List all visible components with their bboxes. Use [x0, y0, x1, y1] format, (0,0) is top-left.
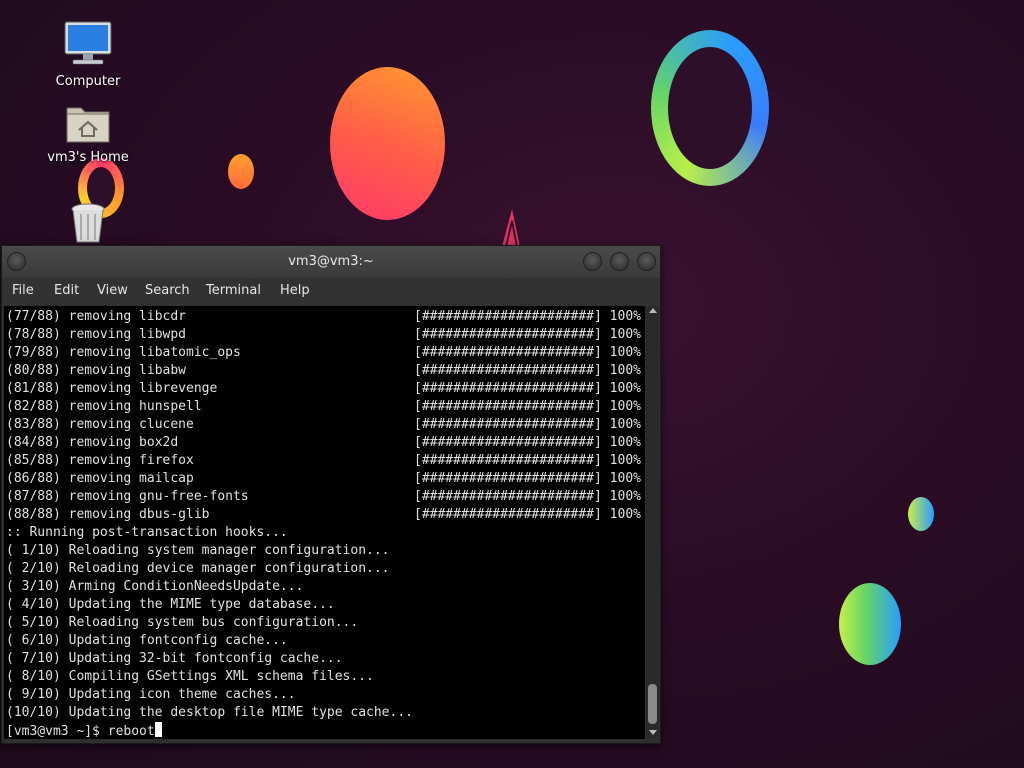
hook-line: (10/10) Updating the desktop file MIME t…: [6, 705, 413, 720]
wallpaper-green-blob: [839, 583, 901, 665]
progress-bar-text: [######################] 100%: [414, 471, 641, 486]
menu-file[interactable]: File: [12, 283, 34, 298]
terminal-window: vm3@vm3:~ File Edit View Search Terminal…: [1, 245, 661, 744]
maximize-button[interactable]: [610, 252, 629, 271]
hook-line: ( 5/10) Reloading system bus configurati…: [6, 615, 359, 630]
hook-line: :: Running post-transaction hooks...: [6, 525, 288, 540]
scrollbar-thumb[interactable]: [648, 684, 657, 724]
removal-line: (83/88) removing clucene [###############…: [6, 416, 641, 434]
menu-view[interactable]: View: [97, 283, 128, 298]
desktop-icon-computer[interactable]: Computer: [43, 20, 133, 89]
removal-text: (83/88) removing clucene: [6, 417, 194, 432]
hook-line: ( 1/10) Reloading system manager configu…: [6, 543, 390, 558]
removal-text: (80/88) removing libabw: [6, 363, 187, 378]
progress-bar-text: [######################] 100%: [414, 489, 641, 504]
desktop-icon-trash[interactable]: [43, 202, 133, 248]
removal-text: (77/88) removing libcdr: [6, 309, 187, 324]
home-folder-icon: [66, 107, 110, 143]
trash-icon: [71, 203, 105, 243]
scroll-up-arrow-icon[interactable]: [649, 308, 657, 313]
removal-line: (78/88) removing libwpd [################…: [6, 326, 641, 344]
removal-line: (82/88) removing hunspell [##############…: [6, 398, 641, 416]
desktop-icon-home[interactable]: vm3's Home: [43, 102, 133, 165]
desktop-icon-label: vm3's Home: [47, 150, 129, 165]
removal-line: (85/88) removing firefox [###############…: [6, 452, 641, 470]
progress-bar-text: [######################] 100%: [414, 399, 641, 414]
close-button[interactable]: [637, 252, 656, 271]
removal-line: (88/88) removing dbus-glib [#############…: [6, 506, 641, 524]
vertical-scrollbar[interactable]: [646, 306, 659, 739]
prompt-line[interactable]: [vm3@vm3 ~]$ reboot: [6, 722, 162, 739]
removal-line: (87/88) removing gnu-free-fonts [########…: [6, 488, 641, 506]
wallpaper-green-small-blob: [908, 497, 934, 531]
removal-text: (79/88) removing libatomic_ops: [6, 345, 241, 360]
menu-search[interactable]: Search: [145, 283, 190, 298]
hook-line: ( 7/10) Updating 32-bit fontconfig cache…: [6, 651, 343, 666]
menu-edit[interactable]: Edit: [54, 283, 79, 298]
removal-line: (77/88) removing libcdr [################…: [6, 308, 641, 326]
hook-line: ( 8/10) Compiling GSettings XML schema f…: [6, 669, 374, 684]
progress-bar-text: [######################] 100%: [414, 417, 641, 432]
computer-icon: [64, 21, 112, 65]
progress-bar-text: [######################] 100%: [414, 435, 641, 450]
wallpaper-gradient-ring: [651, 30, 769, 186]
desktop-icon-label: Computer: [55, 74, 121, 89]
minimize-button[interactable]: [583, 252, 602, 271]
wallpaper-orange-blob: [330, 67, 445, 220]
progress-bar-text: [######################] 100%: [414, 345, 641, 360]
removal-line: (84/88) removing box2d [#################…: [6, 434, 641, 452]
progress-bar-text: [######################] 100%: [414, 327, 641, 342]
removal-text: (82/88) removing hunspell: [6, 399, 202, 414]
removal-text: (86/88) removing mailcap: [6, 471, 194, 486]
removal-text: (87/88) removing gnu-free-fonts: [6, 489, 249, 504]
shell-prompt: [vm3@vm3 ~]$: [6, 724, 108, 739]
hook-line: ( 4/10) Updating the MIME type database.…: [6, 597, 335, 612]
removal-text: (78/88) removing libwpd: [6, 327, 187, 342]
progress-bar-text: [######################] 100%: [414, 507, 641, 522]
removal-text: (84/88) removing box2d: [6, 435, 179, 450]
window-title: vm3@vm3:~: [288, 254, 374, 269]
menu-help[interactable]: Help: [280, 283, 310, 298]
progress-bar-text: [######################] 100%: [414, 453, 641, 468]
removal-text: (85/88) removing firefox: [6, 453, 194, 468]
removal-text: (88/88) removing dbus-glib: [6, 507, 210, 522]
window-titlebar[interactable]: vm3@vm3:~: [2, 246, 660, 278]
hook-line: ( 9/10) Updating icon theme caches...: [6, 687, 296, 702]
progress-bar-text: [######################] 100%: [414, 381, 641, 396]
removal-text: (81/88) removing librevenge: [6, 381, 218, 396]
progress-bar-text: [######################] 100%: [414, 309, 641, 324]
removal-line: (86/88) removing mailcap [###############…: [6, 470, 641, 488]
wallpaper-spike-shape: [502, 209, 520, 247]
hook-line: ( 6/10) Updating fontconfig cache...: [6, 633, 288, 648]
menu-terminal[interactable]: Terminal: [206, 283, 261, 298]
scroll-down-arrow-icon[interactable]: [649, 730, 657, 735]
text-cursor: [154, 722, 162, 737]
removal-line: (81/88) removing librevenge [############…: [6, 380, 641, 398]
command-input[interactable]: reboot: [108, 724, 155, 739]
terminal-output[interactable]: (77/88) removing libcdr [################…: [4, 306, 645, 739]
hook-line: ( 3/10) Arming ConditionNeedsUpdate...: [6, 579, 304, 594]
progress-bar-text: [######################] 100%: [414, 363, 641, 378]
removal-line: (80/88) removing libabw [################…: [6, 362, 641, 380]
hook-line: ( 2/10) Reloading device manager configu…: [6, 561, 390, 576]
menubar: File Edit View Search Terminal Help: [2, 278, 660, 305]
removal-line: (79/88) removing libatomic_ops [#########…: [6, 344, 641, 362]
wallpaper-small-orange-blob: [228, 154, 254, 189]
